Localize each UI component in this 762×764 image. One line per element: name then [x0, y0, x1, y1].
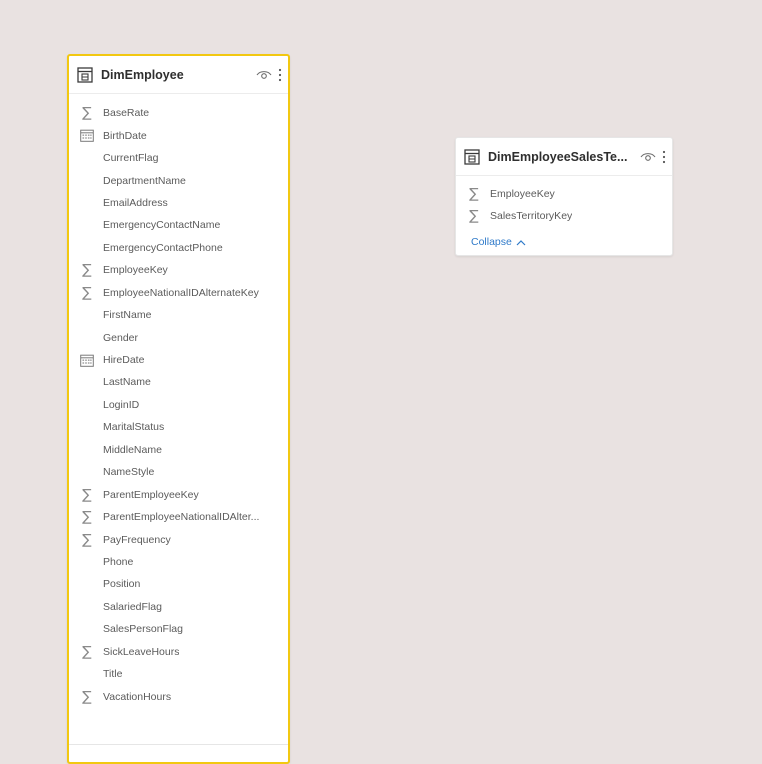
field-row[interactable]: ∑ ParentEmployeeKey: [69, 483, 288, 505]
table-icon: [464, 148, 480, 165]
calendar-icon: [80, 129, 94, 143]
field-row[interactable]: Phone: [69, 551, 288, 573]
field-label: DepartmentName: [103, 174, 186, 187]
sigma-icon: ∑: [469, 186, 479, 202]
field-row[interactable]: ∑ EmployeeKey: [456, 183, 672, 205]
field-row[interactable]: EmailAddress: [69, 192, 288, 214]
calendar-icon: [80, 353, 94, 367]
field-label: Title: [103, 668, 123, 681]
field-label: EmployeeKey: [490, 188, 555, 200]
field-row[interactable]: FirstName: [69, 304, 288, 326]
field-label: Gender: [103, 331, 139, 344]
field-row[interactable]: NameStyle: [69, 461, 288, 483]
field-label: ParentEmployeeKey: [103, 488, 199, 501]
card-footer-divider: [69, 744, 288, 745]
table-card-dimemployeesalesterritory[interactable]: DimEmployeeSalesTe... ∑ EmployeeKey ∑ Sales…: [455, 137, 673, 256]
sigma-icon: ∑: [82, 509, 92, 526]
visibility-eye-icon[interactable]: [640, 151, 656, 163]
field-row[interactable]: ∑ BaseRate: [69, 102, 288, 124]
field-row[interactable]: MaritalStatus: [69, 416, 288, 438]
field-label: FirstName: [103, 309, 152, 322]
field-row[interactable]: BirthDate: [69, 124, 288, 146]
field-label: HireDate: [103, 354, 145, 367]
field-row[interactable]: ∑ SickLeaveHours: [69, 641, 288, 663]
field-label: LastName: [103, 376, 151, 389]
field-label: Position: [103, 578, 141, 591]
field-list: ∑ EmployeeKey ∑ SalesTerritoryKey: [456, 176, 672, 227]
collapse-label: Collapse: [471, 236, 512, 248]
field-label: SalesTerritoryKey: [490, 210, 573, 222]
field-label: NameStyle: [103, 466, 155, 479]
field-row[interactable]: SalesPersonFlag: [69, 618, 288, 640]
field-label: Phone: [103, 555, 134, 568]
field-row[interactable]: ∑ EmployeeNationalIDAlternateKey: [69, 282, 288, 304]
table-icon: [77, 66, 93, 83]
field-list: ∑ BaseRate BirthDate CurrentFlag DepartmentN…: [69, 94, 288, 708]
field-row[interactable]: ∑ PayFrequency: [69, 528, 288, 550]
field-label: VacationHours: [103, 690, 172, 703]
field-label: SickLeaveHours: [103, 645, 180, 658]
field-row[interactable]: LoginID: [69, 394, 288, 416]
field-row[interactable]: ∑ EmployeeKey: [69, 259, 288, 281]
field-row[interactable]: CurrentFlag: [69, 147, 288, 169]
more-options-icon[interactable]: [662, 150, 666, 164]
table-title: DimEmployee: [101, 67, 184, 82]
field-label: EmergencyContactName: [103, 219, 221, 232]
sigma-icon: ∑: [82, 105, 92, 122]
sigma-icon: ∑: [82, 262, 92, 279]
field-row[interactable]: LastName: [69, 371, 288, 393]
field-row[interactable]: ∑ ParentEmployeeNationalIDAlter...: [69, 506, 288, 528]
field-label: LoginID: [103, 398, 140, 411]
visibility-eye-icon[interactable]: [256, 69, 272, 81]
sigma-icon: ∑: [82, 688, 92, 705]
field-row[interactable]: Title: [69, 663, 288, 685]
sigma-icon: ∑: [469, 208, 479, 224]
field-row[interactable]: DepartmentName: [69, 169, 288, 191]
field-row[interactable]: HireDate: [69, 349, 288, 371]
field-row[interactable]: EmergencyContactPhone: [69, 237, 288, 259]
table-card-dimemployee[interactable]: DimEmployee ∑ BaseRate BirthDate CurrentFla…: [67, 54, 290, 764]
field-row[interactable]: ∑ VacationHours: [69, 685, 288, 707]
field-row[interactable]: Position: [69, 573, 288, 595]
field-row[interactable]: EmergencyContactName: [69, 214, 288, 236]
sigma-icon: ∑: [82, 531, 92, 548]
table-card-header[interactable]: DimEmployeeSalesTe...: [456, 138, 672, 176]
field-label: PayFrequency: [103, 533, 171, 546]
field-label: SalesPersonFlag: [103, 623, 183, 636]
field-row[interactable]: Gender: [69, 326, 288, 348]
chevron-up-icon: [516, 239, 526, 245]
field-label: MiddleName: [103, 443, 162, 456]
corner-mark: `: [0, 0, 2, 6]
sigma-icon: ∑: [82, 284, 92, 301]
field-label: MaritalStatus: [103, 421, 165, 434]
field-label: EmailAddress: [103, 196, 168, 209]
field-label: SalariedFlag: [103, 600, 162, 613]
collapse-button[interactable]: Collapse: [471, 236, 526, 248]
sigma-icon: ∑: [82, 486, 92, 503]
field-label: ParentEmployeeNationalIDAlter...: [103, 511, 260, 524]
field-row[interactable]: SalariedFlag: [69, 596, 288, 618]
sigma-icon: ∑: [82, 643, 92, 660]
more-options-icon[interactable]: [278, 68, 282, 82]
field-label: EmployeeNationalIDAlternateKey: [103, 286, 259, 299]
field-label: BirthDate: [103, 129, 147, 142]
field-label: EmergencyContactPhone: [103, 241, 223, 254]
table-title: DimEmployeeSalesTe...: [488, 149, 628, 164]
field-row[interactable]: MiddleName: [69, 439, 288, 461]
field-label: BaseRate: [103, 107, 150, 120]
field-label: CurrentFlag: [103, 152, 159, 165]
table-card-header[interactable]: DimEmployee: [69, 56, 288, 94]
field-label: EmployeeKey: [103, 264, 168, 277]
field-row[interactable]: ∑ SalesTerritoryKey: [456, 205, 672, 227]
